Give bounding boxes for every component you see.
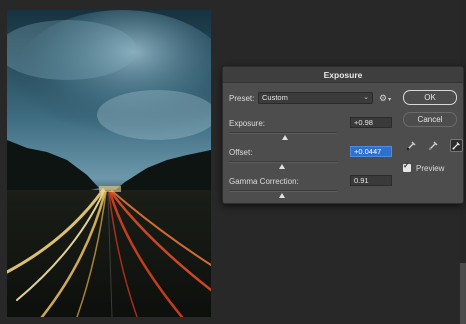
offset-field[interactable] (350, 146, 392, 157)
preview-label: Preview (416, 164, 445, 173)
eyedropper-black-icon[interactable] (405, 139, 418, 152)
exposure-label: Exposure: (229, 119, 266, 128)
gamma-correction-slider-thumb[interactable] (278, 193, 285, 198)
offset-slider[interactable] (229, 161, 337, 163)
cancel-button[interactable]: Cancel (403, 112, 457, 127)
highway-photo (7, 10, 211, 317)
eyedropper-white-icon[interactable] (450, 139, 463, 152)
offset-label: Offset: (229, 148, 253, 157)
chevron-down-icon: ▾ (388, 97, 392, 103)
checkmark-icon: ✓ (403, 161, 410, 170)
exposure-slider-thumb[interactable] (282, 135, 289, 140)
preset-label: Preset: (229, 94, 255, 103)
gear-icon: ⚙ (379, 93, 388, 103)
chevron-down-icon: ⌄ (363, 94, 369, 101)
preset-options-button[interactable]: ⚙▾ (379, 92, 395, 104)
gamma-correction-slider[interactable] (229, 190, 337, 192)
scrollbar-thumb[interactable] (460, 263, 466, 324)
preset-value: Custom (262, 93, 288, 102)
preset-dropdown[interactable]: Custom ⌄ (258, 92, 373, 104)
exposure-slider[interactable] (229, 132, 337, 134)
ok-button[interactable]: OK (403, 90, 457, 105)
exposure-dialog: Exposure Preset: Custom ⌄ ⚙▾ Exposure: O… (222, 66, 464, 204)
offset-slider-thumb[interactable] (278, 164, 285, 169)
gamma-correction-field[interactable] (350, 175, 392, 186)
exposure-field[interactable] (350, 117, 392, 128)
preview-checkbox[interactable]: ✓ (403, 161, 411, 172)
document-photo[interactable] (7, 10, 211, 317)
gamma-correction-label: Gamma Correction: (229, 177, 299, 186)
eyedropper-gray-icon[interactable] (427, 139, 440, 152)
dialog-title: Exposure (223, 67, 463, 83)
